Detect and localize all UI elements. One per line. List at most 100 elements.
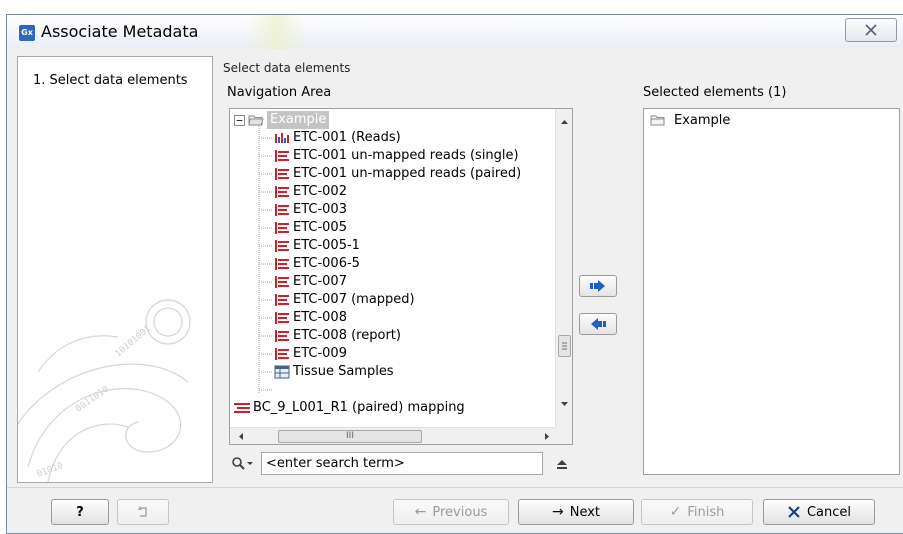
tree-item-label: ETC-001 un-mapped reads (paired) — [293, 166, 522, 181]
tree-item-label: ETC-008 — [293, 310, 347, 325]
sequence-list-icon — [275, 168, 289, 180]
tree-item-label: Example — [267, 111, 330, 129]
sequence-list-icon — [275, 150, 289, 162]
add-to-selected-button[interactable] — [579, 275, 617, 297]
reset-button[interactable] — [117, 499, 169, 525]
sequence-list-icon — [275, 276, 289, 288]
sequence-list-icon — [275, 258, 289, 270]
tree-item-etc-001-unmapped-paired[interactable]: ETC-001 un-mapped reads (paired) — [274, 165, 521, 183]
app-icon: Gx — [19, 25, 35, 41]
sequence-list-icon — [275, 222, 289, 234]
tree-item-bc9-mapping[interactable]: BC_9_L001_R1 (paired) mapping — [234, 399, 465, 417]
search-options-button[interactable] — [231, 456, 257, 472]
tree-item-etc-003[interactable]: ETC-003 — [274, 201, 347, 219]
arrow-right-icon — [590, 280, 605, 292]
search-row — [229, 452, 573, 476]
eject-icon — [557, 460, 567, 469]
svg-text:01010: 01010 — [36, 461, 65, 480]
tree-item-label: ETC-005-1 — [293, 238, 360, 253]
tree-item-tissue-samples[interactable]: Tissue Samples — [274, 363, 394, 381]
vertical-scroll-thumb[interactable] — [558, 335, 571, 357]
tree-item-etc-008[interactable]: ETC-008 — [274, 309, 347, 327]
svg-text:10101001: 10101001 — [114, 324, 154, 360]
reads-icon — [275, 133, 289, 143]
tree-item-label: ETC-002 — [293, 184, 347, 199]
step-item-select-data[interactable]: 1. Select data elements — [33, 73, 188, 88]
tree-horizontal-scrollbar[interactable]: III — [230, 427, 556, 444]
selected-item-label: Example — [674, 112, 731, 128]
arrow-left-icon: ← — [414, 504, 427, 520]
scroll-right-arrow-icon[interactable] — [538, 428, 555, 445]
tree-item-label: ETC-005 — [293, 220, 347, 235]
tree-item-etc-007-mapped[interactable]: ETC-007 (mapped) — [274, 291, 415, 309]
undo-icon — [138, 506, 147, 517]
checkmark-icon: ✓ — [669, 504, 682, 520]
navigation-tree[interactable]: Example ETC-001 (Reads) ETC-001 un-mappe… — [229, 108, 573, 445]
finish-button[interactable]: ✓ Finish — [641, 499, 753, 525]
horizontal-scroll-thumb[interactable]: III — [278, 430, 422, 443]
arrow-right-icon: → — [551, 504, 564, 520]
step-panel: 1. Select data elements 0011010 10101001… — [17, 56, 213, 483]
tree-item-label: ETC-001 (Reads) — [293, 130, 401, 145]
folder-icon — [650, 115, 665, 126]
folder-open-icon — [248, 115, 264, 126]
selected-elements-label: Selected elements (1) — [643, 85, 787, 100]
sequence-list-icon — [275, 186, 289, 198]
scroll-left-arrow-icon[interactable] — [232, 428, 249, 445]
tree-item-label: ETC-008 (report) — [293, 328, 401, 343]
clc-swirl-logo-icon: 0011010 10101001 01010 — [18, 299, 191, 482]
sequence-list-icon — [275, 330, 289, 342]
sequence-list-icon — [275, 294, 289, 306]
selected-item-example[interactable]: Example — [645, 110, 898, 130]
tree-item-etc-008-report[interactable]: ETC-008 (report) — [274, 327, 401, 345]
scroll-down-arrow-icon[interactable] — [556, 395, 573, 412]
sequence-list-icon — [275, 312, 289, 324]
arrow-left-icon — [591, 318, 606, 330]
search-input[interactable] — [261, 452, 543, 475]
tree-item-label: ETC-009 — [293, 346, 347, 361]
navigation-area-label: Navigation Area — [227, 85, 332, 100]
tree-item-label: ETC-006-5 — [293, 256, 360, 271]
collapse-toggle-icon[interactable] — [234, 114, 245, 126]
close-x-icon — [865, 24, 877, 36]
sequence-list-icon — [275, 240, 289, 252]
tree-item-etc-005-1[interactable]: ETC-005-1 — [274, 237, 360, 255]
mapping-icon — [234, 403, 250, 413]
selected-elements-list[interactable]: Example — [643, 108, 900, 475]
tree-item-label: BC_9_L001_R1 (paired) mapping — [253, 400, 465, 415]
tree-item-label: Tissue Samples — [293, 364, 394, 379]
tree-item-etc-006-5[interactable]: ETC-006-5 — [274, 255, 360, 273]
dialog-title: Associate Metadata — [41, 22, 199, 41]
help-label: ? — [76, 504, 84, 520]
tree-item-example[interactable]: Example — [234, 111, 330, 129]
tree-vertical-scrollbar[interactable] — [555, 109, 572, 427]
tree-item-etc-001-unmapped-single[interactable]: ETC-001 un-mapped reads (single) — [274, 147, 519, 165]
tree-item-label: ETC-007 — [293, 274, 347, 289]
tree-item-label: ETC-007 (mapped) — [293, 292, 415, 307]
cancel-x-icon — [788, 506, 800, 518]
sequence-list-icon — [275, 348, 289, 360]
previous-button[interactable]: ← Previous — [393, 499, 509, 525]
associate-metadata-dialog: Gx Associate Metadata 1. Select data ele… — [6, 14, 903, 534]
tree-item-etc-005[interactable]: ETC-005 — [274, 219, 347, 237]
scroll-up-arrow-icon[interactable] — [556, 113, 573, 130]
title-bar: Gx Associate Metadata — [7, 15, 903, 49]
grip-icon — [562, 342, 567, 350]
next-button[interactable]: → Next — [518, 499, 634, 525]
tree-item-etc-001-reads[interactable]: ETC-001 (Reads) — [274, 129, 401, 147]
search-icon — [232, 457, 253, 470]
tree-item-etc-007[interactable]: ETC-007 — [274, 273, 347, 291]
remove-from-selected-button[interactable] — [579, 313, 617, 335]
expand-search-button[interactable] — [555, 456, 569, 472]
tree-item-label: ETC-001 un-mapped reads (single) — [293, 148, 519, 163]
cancel-button[interactable]: Cancel — [763, 499, 875, 525]
tree-item-label: ETC-003 — [293, 202, 347, 217]
tree-item-etc-002[interactable]: ETC-002 — [274, 183, 347, 201]
tree-item-etc-009[interactable]: ETC-009 — [274, 345, 347, 363]
main-content: Select data elements Navigation Area Sel… — [219, 56, 903, 483]
close-button[interactable] — [845, 18, 897, 42]
sequence-list-icon — [275, 204, 289, 216]
help-button[interactable]: ? — [51, 499, 109, 525]
section-label: Select data elements — [223, 61, 351, 75]
metadata-table-icon — [274, 365, 290, 379]
